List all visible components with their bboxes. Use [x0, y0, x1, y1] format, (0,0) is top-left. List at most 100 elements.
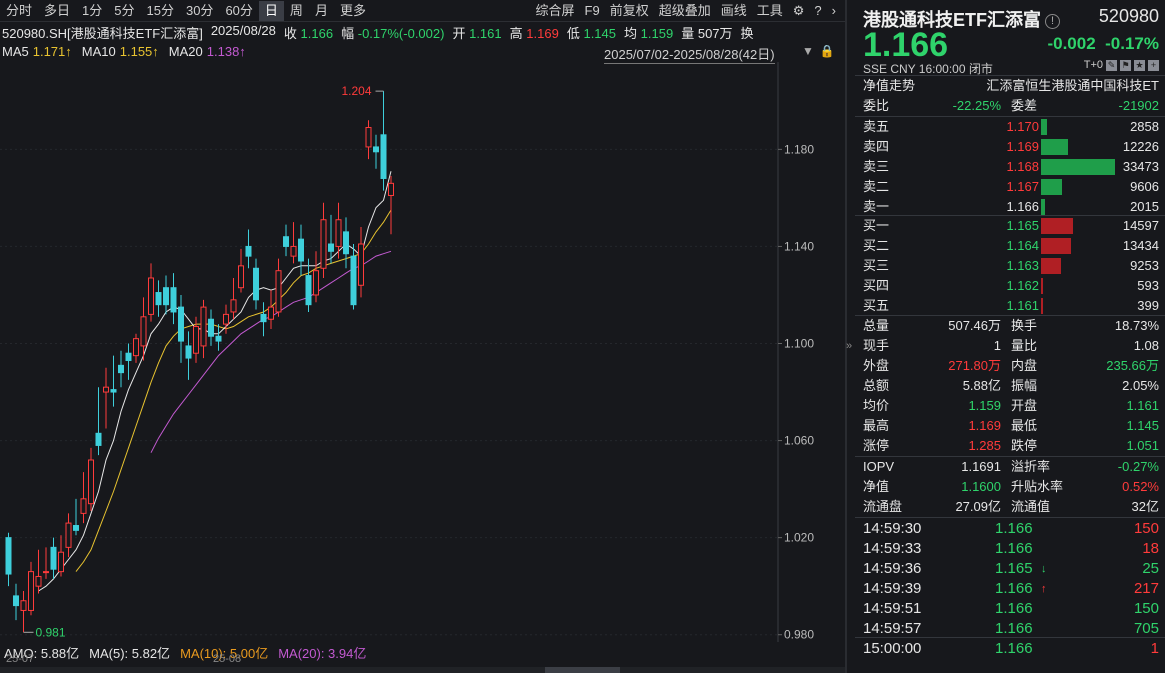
- tick-volume: 705: [1133, 620, 1159, 637]
- bid-row[interactable]: 买四 1.162 593: [863, 276, 1159, 296]
- nav-row[interactable]: 净值走势 汇添富恒生港股通中国科技ET: [863, 76, 1159, 96]
- candle-body: [215, 335, 222, 342]
- stat-value: 1.051: [1126, 438, 1159, 453]
- tick-time: 14:59:36: [863, 560, 922, 577]
- period-tab[interactable]: 周: [284, 1, 309, 21]
- tick-row[interactable]: 14:59:57 1.166 705: [863, 619, 1159, 639]
- candle-body: [230, 299, 237, 313]
- stat-row: 涨停 1.285 跌停 1.051: [863, 436, 1159, 456]
- ask-row[interactable]: 卖二 1.167 9606: [863, 177, 1159, 197]
- bid-row[interactable]: 买三 1.163 9253: [863, 256, 1159, 276]
- candle-body: [350, 255, 357, 306]
- tick-row[interactable]: 15:00:00 1.166 1: [863, 639, 1159, 659]
- tick-row[interactable]: 14:59:39 1.166 ↑ 217: [863, 579, 1159, 599]
- ask-row[interactable]: 卖三 1.168 33473: [863, 157, 1159, 177]
- toolbar-button[interactable]: 前复权: [605, 1, 654, 21]
- period-tab[interactable]: 月: [309, 1, 334, 21]
- level-price: 1.162: [1006, 278, 1039, 293]
- tick-time: 14:59:57: [863, 620, 922, 637]
- stat-value: 1.1600: [961, 479, 1001, 494]
- period-toolbar: 分时 多日 1分 5分 15分 30分 60分日周月更多 综合屏 F9 前复权 超级叠加 画线 工具 …: [0, 0, 845, 22]
- toolbar-button[interactable]: 综合屏: [531, 1, 580, 21]
- tick-row[interactable]: 14:59:36 1.165 ↓ 25: [863, 559, 1159, 579]
- date-range-selector[interactable]: 2025/07/02-2025/08/28(42日): [604, 44, 775, 64]
- tick-row[interactable]: 14:59:30 1.166 150: [863, 519, 1159, 539]
- ask-row[interactable]: 卖五 1.170 2858: [863, 117, 1159, 137]
- stat-label: 流通盘: [863, 499, 903, 514]
- stat-row: 总量 507.46万 换手 18.73%: [863, 316, 1159, 336]
- period-tab[interactable]: 更多: [334, 1, 372, 21]
- toolbar-right: 综合屏 F9 前复权 超级叠加 画线 工具 ⚙ ? ›: [531, 0, 841, 22]
- lock-icon[interactable]: 🔒: [820, 44, 835, 58]
- info-icon[interactable]: !: [1045, 13, 1060, 29]
- toolbar-button[interactable]: F9: [580, 1, 605, 21]
- period-tab[interactable]: 5分: [108, 1, 140, 21]
- open-label: 开: [452, 26, 466, 41]
- candle-body: [328, 243, 334, 252]
- period-tab[interactable]: 日: [258, 0, 284, 21]
- stat-value: 18.73%: [1114, 318, 1159, 333]
- price-change: -0.002 -0.17%: [1047, 34, 1159, 54]
- tick-row[interactable]: 14:59:51 1.166 150: [863, 599, 1159, 619]
- stat-label: 总量: [863, 318, 890, 333]
- up-arrow-icon: ↑: [1041, 583, 1047, 595]
- y-tick-label: 1.060: [784, 434, 814, 448]
- stat-row: 净值 1.1600 升贴水率 0.52%: [863, 477, 1159, 497]
- y-tick-label: 1.180: [784, 142, 814, 156]
- tick-row[interactable]: 14:59:33 1.166 18: [863, 539, 1159, 559]
- candle-body: [305, 275, 312, 306]
- level-price: 1.166: [1006, 199, 1039, 214]
- vol-value: 507万: [697, 26, 733, 41]
- ma10-line: [75, 209, 392, 572]
- volume-bar: [1041, 298, 1043, 314]
- y-tick-label: 1.020: [784, 531, 814, 545]
- chevron-right-icon[interactable]: ›: [827, 1, 841, 21]
- level-price: 1.169: [1006, 139, 1039, 154]
- toolbar-button[interactable]: 画线: [716, 1, 752, 21]
- candlestick-chart[interactable]: 1.180 1.140 1.100 1.060 1.020 0.980 1.204 0.981: [0, 62, 845, 642]
- close-value: 1.166: [300, 26, 334, 41]
- period-tab[interactable]: 15分: [141, 1, 180, 21]
- panel-divider[interactable]: [845, 0, 847, 673]
- candle-body: [238, 265, 244, 289]
- bid-row[interactable]: 买二 1.164 13434: [863, 236, 1159, 256]
- volume-bar: [1041, 139, 1068, 155]
- dropdown-triangle-icon[interactable]: ▼: [802, 44, 814, 58]
- level-volume: 9606: [1130, 179, 1159, 194]
- period-tab[interactable]: 30分: [180, 1, 219, 21]
- candle-body: [373, 146, 379, 153]
- scrollbar-thumb[interactable]: [545, 667, 620, 673]
- stat-value: 235.66万: [1106, 358, 1159, 373]
- ask-row[interactable]: 卖四 1.169 12226: [863, 137, 1159, 157]
- stat-label: 总额: [863, 378, 890, 393]
- bid-row[interactable]: 买五 1.161 399: [863, 296, 1159, 316]
- y-tick-label: 1.140: [784, 239, 814, 253]
- period-tab[interactable]: 多日: [38, 1, 76, 21]
- stat-row: 现手 1 量比 1.08: [863, 336, 1159, 356]
- edit-icon[interactable]: ✎: [1106, 59, 1117, 71]
- tick-time: 14:59:33: [863, 540, 922, 557]
- collapse-arrow-icon[interactable]: »: [846, 340, 852, 352]
- range-icons: ▼ 🔒: [802, 44, 835, 58]
- period-tab[interactable]: 60分: [219, 1, 258, 21]
- stat-label: 溢折率: [1011, 459, 1051, 474]
- tick-time: 15:00:00: [863, 640, 922, 657]
- bid-row[interactable]: 买一 1.165 14597: [863, 216, 1159, 236]
- candle-body: [290, 245, 297, 257]
- plus-icon[interactable]: +: [1148, 59, 1159, 71]
- stat-label: 外盘: [863, 358, 890, 373]
- star-icon[interactable]: ★: [1134, 59, 1145, 71]
- chart-scrollbar[interactable]: [0, 667, 845, 673]
- candle-body: [335, 219, 342, 247]
- candle-body: [163, 287, 169, 306]
- period-tab[interactable]: 1分: [76, 1, 108, 21]
- candle-body: [343, 231, 349, 255]
- ask-row[interactable]: 卖一 1.166 2015: [863, 197, 1159, 217]
- gear-icon[interactable]: ⚙: [788, 1, 810, 21]
- flag-icon[interactable]: ⚑: [1120, 59, 1131, 71]
- period-tab[interactable]: 分时: [0, 1, 38, 21]
- toolbar-button[interactable]: 工具: [752, 1, 788, 21]
- help-icon[interactable]: ?: [809, 1, 826, 21]
- toolbar-button[interactable]: 超级叠加: [654, 1, 716, 21]
- tick-price: 1.166: [995, 600, 1033, 617]
